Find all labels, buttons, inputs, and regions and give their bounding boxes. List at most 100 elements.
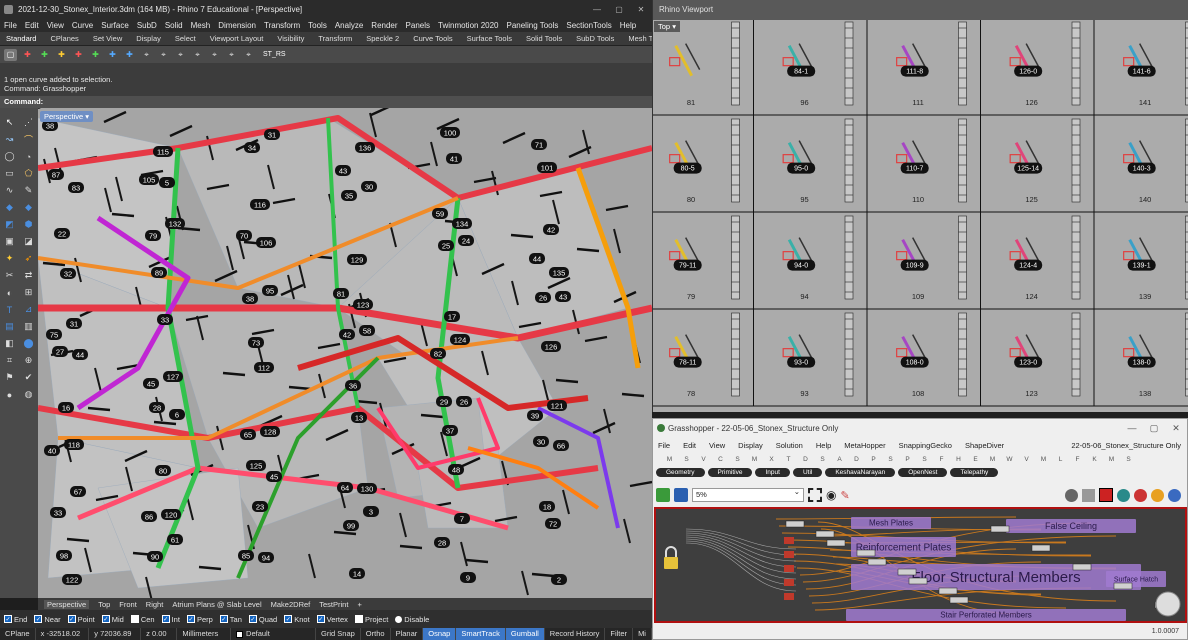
gh-menu-metahopper[interactable]: MetaHopper [844,441,885,450]
menu-sectiontools[interactable]: SectionTools [566,21,611,30]
filter-toggle[interactable]: Filter [605,628,634,640]
new-file-icon[interactable]: ▢ [4,48,17,61]
grasshopper-canvas[interactable]: Mesh Plates False Ceiling Reinforcement Pl… [654,507,1187,623]
array-icon[interactable]: ⊞ [21,286,36,299]
tab-set-view[interactable]: Set View [93,34,122,43]
block-icon[interactable]: ▥ [21,320,36,333]
gh-category-tab[interactable]: T [780,456,797,463]
gh-menu-help[interactable]: Help [816,441,831,450]
menu-help[interactable]: Help [620,21,636,30]
point-icon[interactable]: ● [2,388,17,401]
osnap-near[interactable]: ✓ Near [34,615,61,624]
preview-selected-icon[interactable] [1099,488,1113,502]
viewport-tab-5[interactable]: Make2DRef [271,600,311,609]
gh-menu-solution[interactable]: Solution [776,441,803,450]
viewport-tab-4[interactable]: Atrium Plans @ Slab Level [172,600,261,609]
minimize-icon[interactable]: — [1121,423,1143,434]
maximize-icon[interactable]: ▢ [608,5,630,14]
sketch-pen-icon[interactable]: ✎ [840,489,849,502]
menu-paneling-tools[interactable]: Paneling Tools [507,21,559,30]
gh-category-tab[interactable]: D [797,456,814,463]
move-icon[interactable]: ➶ [21,252,36,265]
close-icon[interactable]: ✕ [1165,423,1187,434]
viewport-title-tab[interactable]: Perspective ▾ [40,111,94,122]
osnap-end[interactable]: ✓ End [4,615,27,624]
gh-subtab-util[interactable]: Util [792,468,823,477]
cplane-indicator[interactable]: CPlane [0,628,36,640]
gh-category-tab[interactable]: S [882,456,899,463]
gh-category-tab[interactable]: M [746,456,763,463]
tab-standard[interactable]: Standard [6,34,36,43]
cplane-3point-icon[interactable]: ✚ [123,49,136,61]
osnap-mid[interactable]: ✓ Mid [101,615,124,624]
layer-icon[interactable]: ◧ [2,337,17,350]
check-icon[interactable]: ✔ [21,371,36,384]
osnap-knot[interactable]: ✓ Knot [284,615,310,624]
tab-subd-tools[interactable]: SubD Tools [576,34,614,43]
gh-menu-shapediver[interactable]: ShapeDiver [965,441,1004,450]
gh-subtab-geometry[interactable]: Geometry [656,468,705,477]
toolbar-custom-label[interactable]: ST_RS [263,51,286,58]
cplane-rotate-icon[interactable]: ✚ [55,49,68,61]
cplane-next-icon[interactable]: ⌖ [225,49,238,61]
mesh-quality-icon[interactable] [1134,488,1147,502]
analyze-icon[interactable]: ◍ [21,388,36,401]
gh-category-tab[interactable]: P [899,456,916,463]
select-points-icon[interactable]: ⋰ [21,116,36,129]
gh-category-tab[interactable]: E [967,456,984,463]
gh-category-tab[interactable]: W [1001,456,1018,463]
gh-category-tab[interactable]: K [1086,456,1103,463]
zoom-extents-icon[interactable] [808,488,822,502]
cplane-view-icon[interactable]: ⌖ [157,49,170,61]
menu-surface[interactable]: Surface [101,21,129,30]
gh-menu-file[interactable]: File [658,441,670,450]
gh-category-tab[interactable]: V [695,456,712,463]
gh-menu-snappinggecko[interactable]: SnappingGecko [899,441,952,450]
ellipse-icon[interactable]: ◔ [21,150,36,163]
tab-cplanes[interactable]: CPlanes [50,34,78,43]
layer-indicator[interactable]: Default [231,628,317,640]
osnap-quad[interactable]: ✓ Quad [248,615,277,624]
box-icon[interactable]: ◆ [2,201,17,214]
filter-extra[interactable]: Mi [633,628,652,640]
trim-icon[interactable]: ✂ [2,269,17,282]
gh-category-tab[interactable]: D [848,456,865,463]
gh-subtab-primitive[interactable]: Primitive [707,468,753,477]
tab-select[interactable]: Select [175,34,196,43]
tab-solid-tools[interactable]: Solid Tools [526,34,562,43]
menu-subd[interactable]: SubD [137,21,157,30]
record-history-toggle[interactable]: Record History [545,628,606,640]
cplane-previous-icon[interactable]: ⌖ [208,49,221,61]
preview-shaded-icon[interactable] [1082,488,1095,502]
text-icon[interactable]: T [2,303,17,316]
gh-category-tab[interactable]: S [1120,456,1137,463]
tab-curve-tools[interactable]: Curve Tools [413,34,452,43]
arc-icon[interactable]: ⌒ [21,133,36,146]
menu-edit[interactable]: Edit [25,21,39,30]
zoom-select[interactable]: 5% [692,486,804,502]
snap-icon[interactable]: ⊕ [21,354,36,367]
mesh-icon[interactable]: ▣ [2,235,17,248]
tab-viewport-layout[interactable]: Viewport Layout [210,34,264,43]
preview-wire-icon[interactable] [1065,488,1078,502]
gh-subtab-telepathy[interactable]: Telepathy [950,468,999,477]
tab-visibility[interactable]: Visibility [277,34,304,43]
gh-category-tab[interactable]: C [712,456,729,463]
extrude-icon[interactable]: ◩ [2,218,17,231]
ortho-toggle[interactable]: Ortho [361,628,391,640]
tab-speckle-2[interactable]: Speckle 2 [366,34,399,43]
preview-eye-icon[interactable]: ◉ [826,488,836,502]
menu-transform[interactable]: Transform [264,21,300,30]
gh-subtab-opennest[interactable]: OpenNest [898,468,948,477]
cplane-named-icon[interactable]: ⌖ [242,49,255,61]
open-file-icon[interactable] [656,488,670,502]
cplane-move-icon[interactable]: ✚ [38,49,51,61]
gh-category-tab[interactable]: S [729,456,746,463]
gh-subtab-input[interactable]: Input [755,468,790,477]
menu-tools[interactable]: Tools [308,21,327,30]
gh-category-tab[interactable]: S [814,456,831,463]
select-icon[interactable]: ↖ [2,116,17,129]
solid-icon[interactable]: ⬢ [21,218,36,231]
perspective-viewport[interactable]: 38 105 70 81 82 39 40 86 85 43 59 44 75 45 65 64 28 71 87 7… [38,108,652,598]
maximize-icon[interactable]: ▢ [1143,423,1165,434]
